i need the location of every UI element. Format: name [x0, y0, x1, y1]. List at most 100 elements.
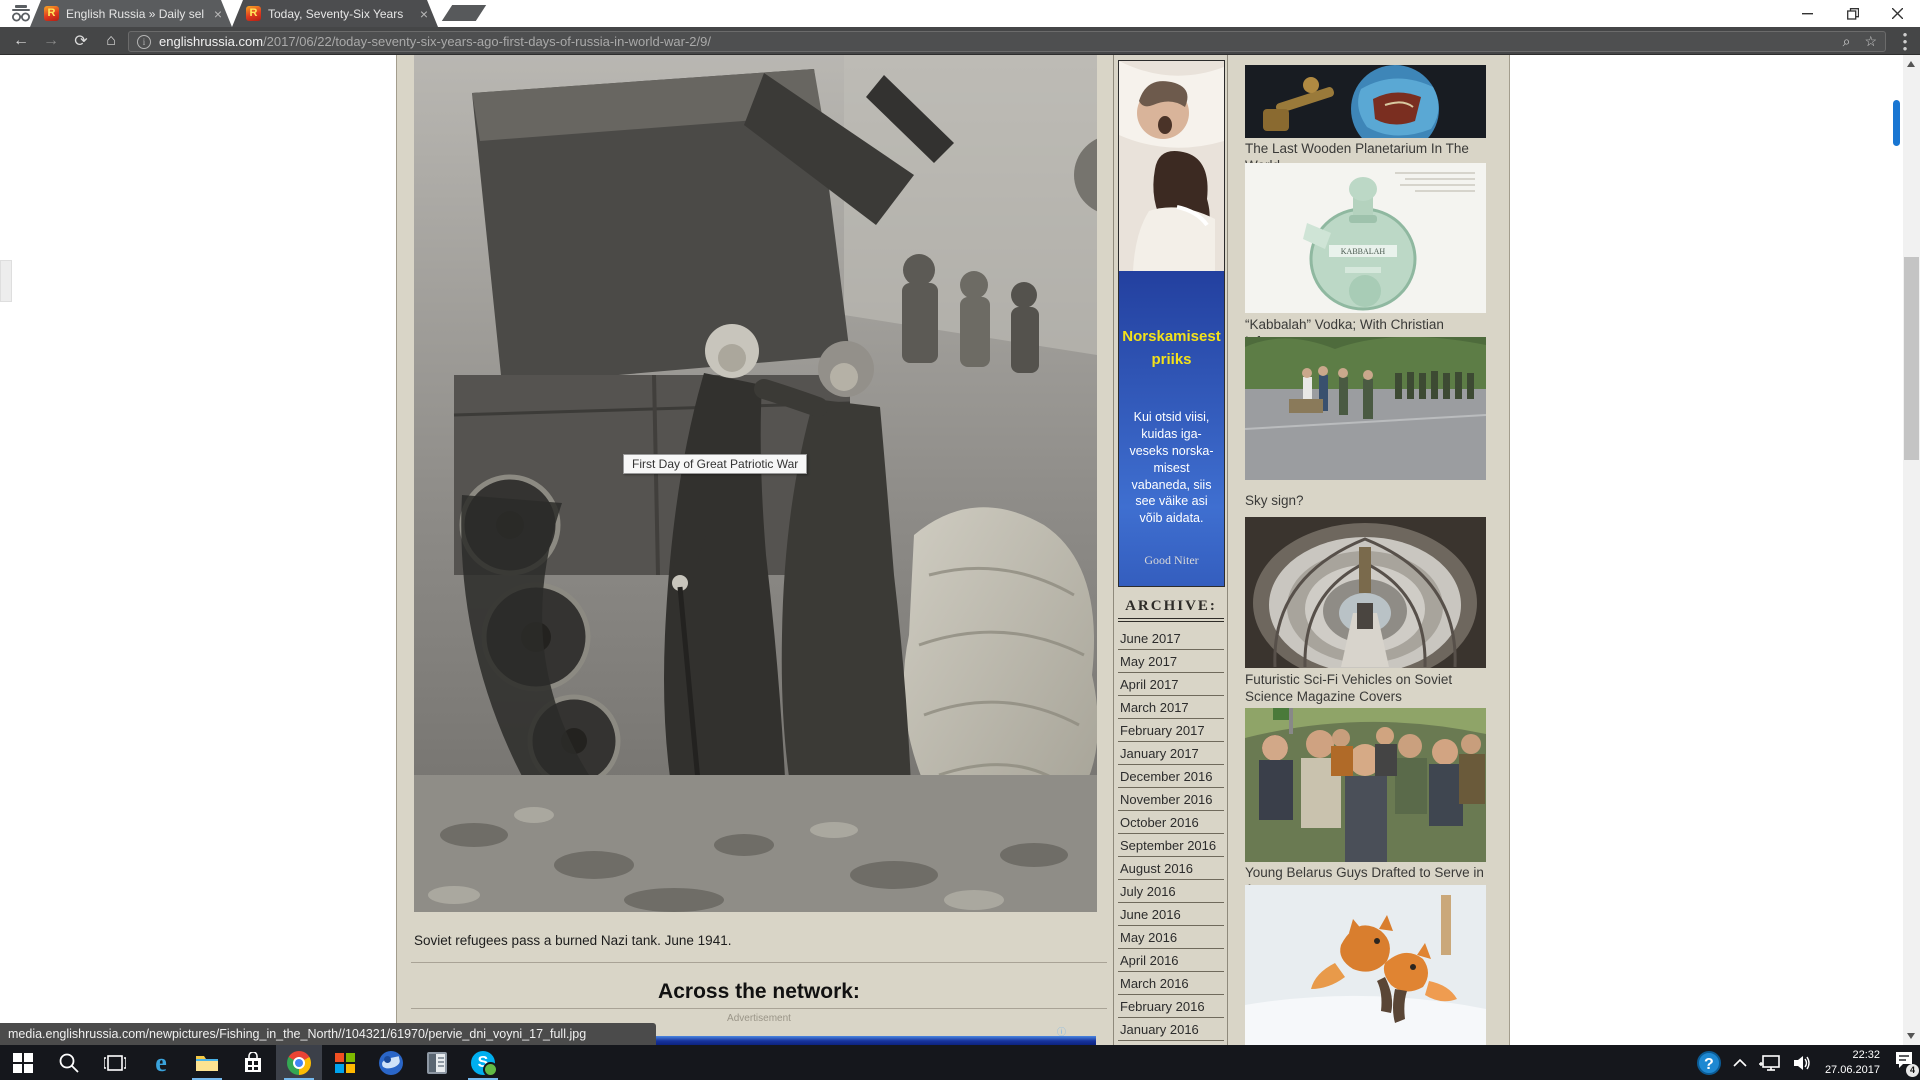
site-favicon: R [246, 6, 261, 21]
archive-month-link[interactable]: February 2016 [1118, 995, 1224, 1018]
archive-month-link[interactable]: October 2016 [1118, 811, 1224, 834]
page-scrollbar[interactable] [1903, 55, 1920, 1045]
ad-text-area: Norskamisest priiks Kui otsid viisi, kui… [1119, 271, 1224, 587]
archive-month-link[interactable]: April 2017 [1118, 673, 1224, 696]
related-posts-column: The Last Wooden Planetarium In The World… [1245, 55, 1486, 1045]
link-preview-statusbar: media.englishrussia.com/newpictures/Fish… [0, 1023, 656, 1045]
archive-month-link[interactable]: February 2017 [1118, 719, 1224, 742]
archive-month-link[interactable]: March 2016 [1118, 972, 1224, 995]
task-view-button[interactable] [92, 1045, 138, 1080]
sidebar-ad[interactable]: Norskamisest priiks Kui otsid viisi, kui… [1118, 60, 1225, 587]
reload-icon[interactable]: ⟳ [66, 31, 96, 51]
archive-month-link[interactable]: November 2016 [1118, 788, 1224, 811]
page-viewport: First Day of Great Patriotic War Soviet … [0, 55, 1903, 1045]
svg-text:KABBALAH: KABBALAH [1341, 247, 1386, 256]
archive-month-link[interactable]: July 2016 [1118, 880, 1224, 903]
article-photo[interactable] [414, 55, 1097, 912]
forward-icon[interactable]: → [36, 32, 66, 50]
archive-month-link[interactable]: May 2016 [1118, 926, 1224, 949]
clock-date: 27.06.2017 [1825, 1063, 1880, 1077]
divider [411, 962, 1107, 963]
file-explorer-icon[interactable] [184, 1045, 230, 1080]
ad-brand: Good Niter [1119, 553, 1224, 568]
skype-icon[interactable]: S [460, 1045, 506, 1080]
network-icon[interactable] [1759, 1054, 1781, 1072]
image-tooltip: First Day of Great Patriotic War [623, 454, 807, 474]
windows-taskbar: e S [0, 1045, 1920, 1080]
edge-icon[interactable]: e [138, 1045, 184, 1080]
thunderbird-icon[interactable] [368, 1045, 414, 1080]
photo-caption: Soviet refugees pass a burned Nazi tank.… [414, 933, 731, 948]
action-center-icon[interactable]: 4 [1894, 1051, 1914, 1074]
bookmark-star-icon[interactable]: ☆ [1864, 33, 1877, 50]
archive-month-link[interactable]: August 2016 [1118, 857, 1224, 880]
minimize-button[interactable] [1785, 0, 1830, 27]
scrollbar-thumb[interactable] [1904, 257, 1919, 460]
archive-month-link[interactable]: January 2017 [1118, 742, 1224, 765]
taskbar-clock[interactable]: 22:32 27.06.2017 [1825, 1048, 1880, 1077]
adchoices-icon[interactable]: ⓘ [1057, 1025, 1066, 1038]
related-thumb-tunnel[interactable] [1245, 517, 1486, 668]
home-icon[interactable]: ⌂ [96, 32, 126, 50]
search-icon[interactable]: ⌕ [1843, 33, 1851, 50]
tab-title: English Russia » Daily sel [66, 7, 205, 21]
address-bar[interactable]: i englishrussia.com/2017/06/22/today-sev… [128, 31, 1886, 52]
related-thumb-vodka[interactable]: KABBALAH [1245, 163, 1486, 313]
scroll-marker [1893, 100, 1900, 146]
new-tab-button[interactable] [442, 5, 486, 21]
related-thumb-foxes[interactable] [1245, 885, 1486, 1045]
related-thumb-parade[interactable] [1245, 337, 1486, 480]
column-divider [1113, 55, 1114, 1045]
clock-time: 22:32 [1825, 1048, 1880, 1062]
related-caption[interactable]: Sky sign? [1245, 493, 1486, 510]
column-divider [1227, 55, 1228, 1045]
page-info-icon[interactable]: i [137, 35, 151, 49]
archive-month-link[interactable]: September 2016 [1118, 834, 1224, 857]
across-network-heading: Across the network: [411, 980, 1107, 1004]
banner-ad[interactable] [631, 1036, 1096, 1045]
ad-body: Kui otsid viisi, kuidas iga- veseks nors… [1119, 409, 1224, 527]
archive-month-link[interactable]: June 2016 [1118, 903, 1224, 926]
archive-month-link[interactable]: December 2016 [1118, 765, 1224, 788]
browser-titlebar: R English Russia » Daily sel × R Today, … [0, 0, 1920, 27]
ad-photo [1119, 61, 1224, 271]
chrome-icon[interactable] [276, 1045, 322, 1080]
start-button[interactable] [0, 1045, 46, 1080]
get-help-icon[interactable]: ? [1697, 1051, 1721, 1075]
site-content: First Day of Great Patriotic War Soviet … [396, 55, 1510, 1045]
tab-today-seventy-six[interactable]: R Today, Seventy-Six Years × [232, 0, 438, 27]
tab-close-icon[interactable]: × [418, 7, 430, 21]
tab-english-russia[interactable]: R English Russia » Daily sel × [30, 0, 232, 27]
back-icon[interactable]: ← [6, 32, 36, 50]
incognito-icon [8, 3, 34, 29]
text-editor-icon[interactable] [414, 1045, 460, 1080]
tab-close-icon[interactable]: × [212, 7, 224, 21]
scroll-up-arrow[interactable] [1907, 61, 1915, 67]
chrome-menu-icon[interactable]: ••• [1898, 31, 1912, 52]
related-thumb-planetarium[interactable] [1245, 65, 1486, 138]
search-button[interactable] [46, 1045, 92, 1080]
related-caption[interactable]: Futuristic Sci-Fi Vehicles on Soviet Sci… [1245, 672, 1486, 706]
refugees-tank-photo [414, 55, 1097, 912]
archive-heading: ARCHIVE: [1118, 598, 1224, 622]
archive-list: June 2017May 2017April 2017March 2017Feb… [1118, 627, 1224, 1045]
microsoft-app-icon[interactable] [322, 1045, 368, 1080]
archive-month-link[interactable]: April 2016 [1118, 949, 1224, 972]
divider [411, 1008, 1107, 1009]
archive-month-link[interactable]: June 2017 [1118, 627, 1224, 650]
restore-button[interactable] [1830, 0, 1875, 27]
tray-expand-icon[interactable] [1733, 1058, 1747, 1067]
archive-month-link[interactable]: March 2017 [1118, 696, 1224, 719]
windows-store-icon[interactable] [230, 1045, 276, 1080]
tab-title: Today, Seventy-Six Years [268, 7, 411, 21]
ad-title: Norskamisest priiks [1119, 271, 1224, 371]
archive-month-link[interactable]: May 2017 [1118, 650, 1224, 673]
archive-month-link[interactable]: January 2016 [1118, 1018, 1224, 1041]
side-widget-stub [0, 260, 12, 302]
scroll-down-arrow[interactable] [1907, 1033, 1915, 1039]
url-path: /2017/06/22/today-seventy-six-years-ago-… [263, 34, 711, 49]
close-button[interactable] [1875, 0, 1920, 27]
volume-icon[interactable] [1793, 1055, 1813, 1071]
related-thumb-draftees[interactable] [1245, 708, 1486, 862]
archive-widget: ARCHIVE: June 2017May 2017April 2017Marc… [1118, 598, 1224, 1045]
